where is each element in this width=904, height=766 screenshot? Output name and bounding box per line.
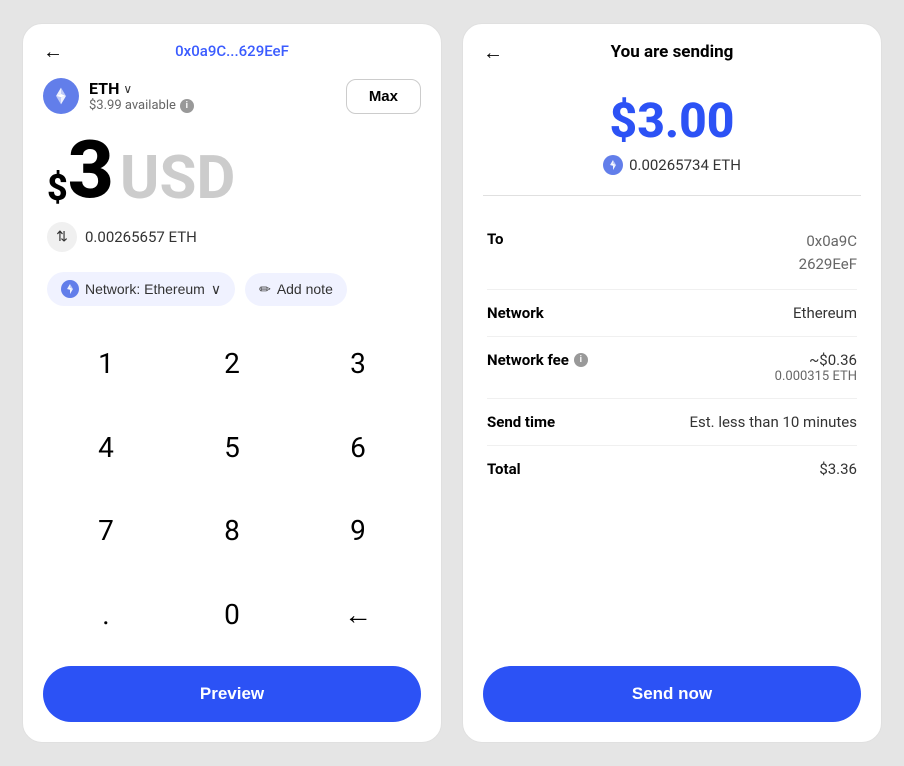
- max-button[interactable]: Max: [346, 79, 421, 114]
- amount-number: 3: [68, 130, 114, 210]
- right-panel: ← You are sending $3.00 0.00265734 ETH T…: [462, 23, 882, 743]
- network-detail-value: Ethereum: [793, 304, 857, 322]
- fee-eth: 0.000315 ETH: [775, 369, 857, 384]
- add-note-label: Add note: [277, 281, 333, 297]
- fee-row: Network fee i ~$0.36 0.000315 ETH: [487, 337, 857, 399]
- token-name-row: ETH ∨: [89, 79, 194, 98]
- network-label: Network: Ethereum: [85, 281, 205, 297]
- key-backspace[interactable]: ←: [295, 573, 421, 657]
- send-time-value: Est. less than 10 minutes: [689, 413, 857, 431]
- available-text: $3.99 available i: [89, 98, 194, 113]
- left-header: ← 0x0a9C...629EeF: [23, 24, 441, 70]
- token-row: ETH ∨ $3.99 available i Max: [23, 70, 441, 120]
- detail-section: To 0x0a9C 2629EeF Network Ethereum Netwo…: [463, 196, 881, 512]
- to-label: To: [487, 230, 504, 248]
- send-now-button[interactable]: Send now: [483, 666, 861, 722]
- send-eth-equiv: 0.00265734 ETH: [463, 155, 881, 195]
- token-info[interactable]: ETH ∨ $3.99 available i: [43, 78, 194, 114]
- key-4[interactable]: 4: [43, 406, 169, 490]
- dollar-sign: $: [47, 170, 68, 206]
- to-address-line1: 0x0a9C: [799, 230, 857, 253]
- token-name: ETH: [89, 79, 119, 98]
- wallet-address: 0x0a9C...629EeF: [175, 42, 289, 60]
- pencil-icon: ✏: [259, 281, 271, 298]
- total-value: $3.36: [819, 460, 857, 478]
- eth-logo-icon: [43, 78, 79, 114]
- token-chevron-icon: ∨: [123, 82, 132, 96]
- key-2[interactable]: 2: [169, 322, 295, 406]
- key-6[interactable]: 6: [295, 406, 421, 490]
- add-note-button[interactable]: ✏ Add note: [245, 273, 347, 306]
- fee-info-icon[interactable]: i: [574, 353, 588, 367]
- to-address-line2: 2629EeF: [799, 253, 857, 276]
- back-button-left[interactable]: ←: [43, 39, 63, 64]
- fee-usd: ~$0.36: [775, 351, 857, 369]
- network-detail-row: Network Ethereum: [487, 290, 857, 337]
- fee-value: ~$0.36 0.000315 ETH: [775, 351, 857, 384]
- send-time-label: Send time: [487, 413, 555, 431]
- send-amount-usd: $3.00: [463, 72, 881, 155]
- send-eth-icon: [603, 155, 623, 175]
- back-button-right[interactable]: ←: [483, 40, 503, 65]
- network-button[interactable]: Network: Ethereum ∨: [47, 272, 235, 306]
- you-sending-title: You are sending: [611, 42, 734, 62]
- key-7[interactable]: 7: [43, 489, 169, 573]
- eth-equiv-text: 0.00265657 ETH: [85, 228, 197, 246]
- preview-button[interactable]: Preview: [43, 666, 421, 722]
- right-header: ← You are sending: [463, 24, 881, 72]
- available-info-icon[interactable]: i: [180, 99, 194, 113]
- token-details: ETH ∨ $3.99 available i: [89, 79, 194, 113]
- network-chevron-icon: ∨: [211, 281, 221, 298]
- to-row: To 0x0a9C 2629EeF: [487, 216, 857, 290]
- keypad: 1 2 3 4 5 6 7 8 9 . 0 ←: [23, 322, 441, 656]
- send-time-row: Send time Est. less than 10 minutes: [487, 399, 857, 446]
- left-panel: ← 0x0a9C...629EeF ETH: [22, 23, 442, 743]
- send-eth-text: 0.00265734 ETH: [629, 156, 741, 174]
- total-label: Total: [487, 460, 521, 478]
- key-1[interactable]: 1: [43, 322, 169, 406]
- key-3[interactable]: 3: [295, 322, 421, 406]
- network-eth-icon: [61, 280, 79, 298]
- currency-label: USD: [120, 148, 236, 208]
- key-5[interactable]: 5: [169, 406, 295, 490]
- to-address: 0x0a9C 2629EeF: [799, 230, 857, 275]
- key-dot[interactable]: .: [43, 573, 169, 657]
- key-9[interactable]: 9: [295, 489, 421, 573]
- total-row: Total $3.36: [487, 446, 857, 492]
- key-0[interactable]: 0: [169, 573, 295, 657]
- key-8[interactable]: 8: [169, 489, 295, 573]
- swap-icon[interactable]: ⇅: [47, 222, 77, 252]
- fee-label: Network fee i: [487, 351, 588, 369]
- eth-equivalent: ⇅ 0.00265657 ETH: [23, 216, 441, 266]
- amount-display: $ 3 USD: [23, 120, 441, 216]
- network-detail-label: Network: [487, 304, 544, 322]
- network-row: Network: Ethereum ∨ ✏ Add note: [23, 266, 441, 322]
